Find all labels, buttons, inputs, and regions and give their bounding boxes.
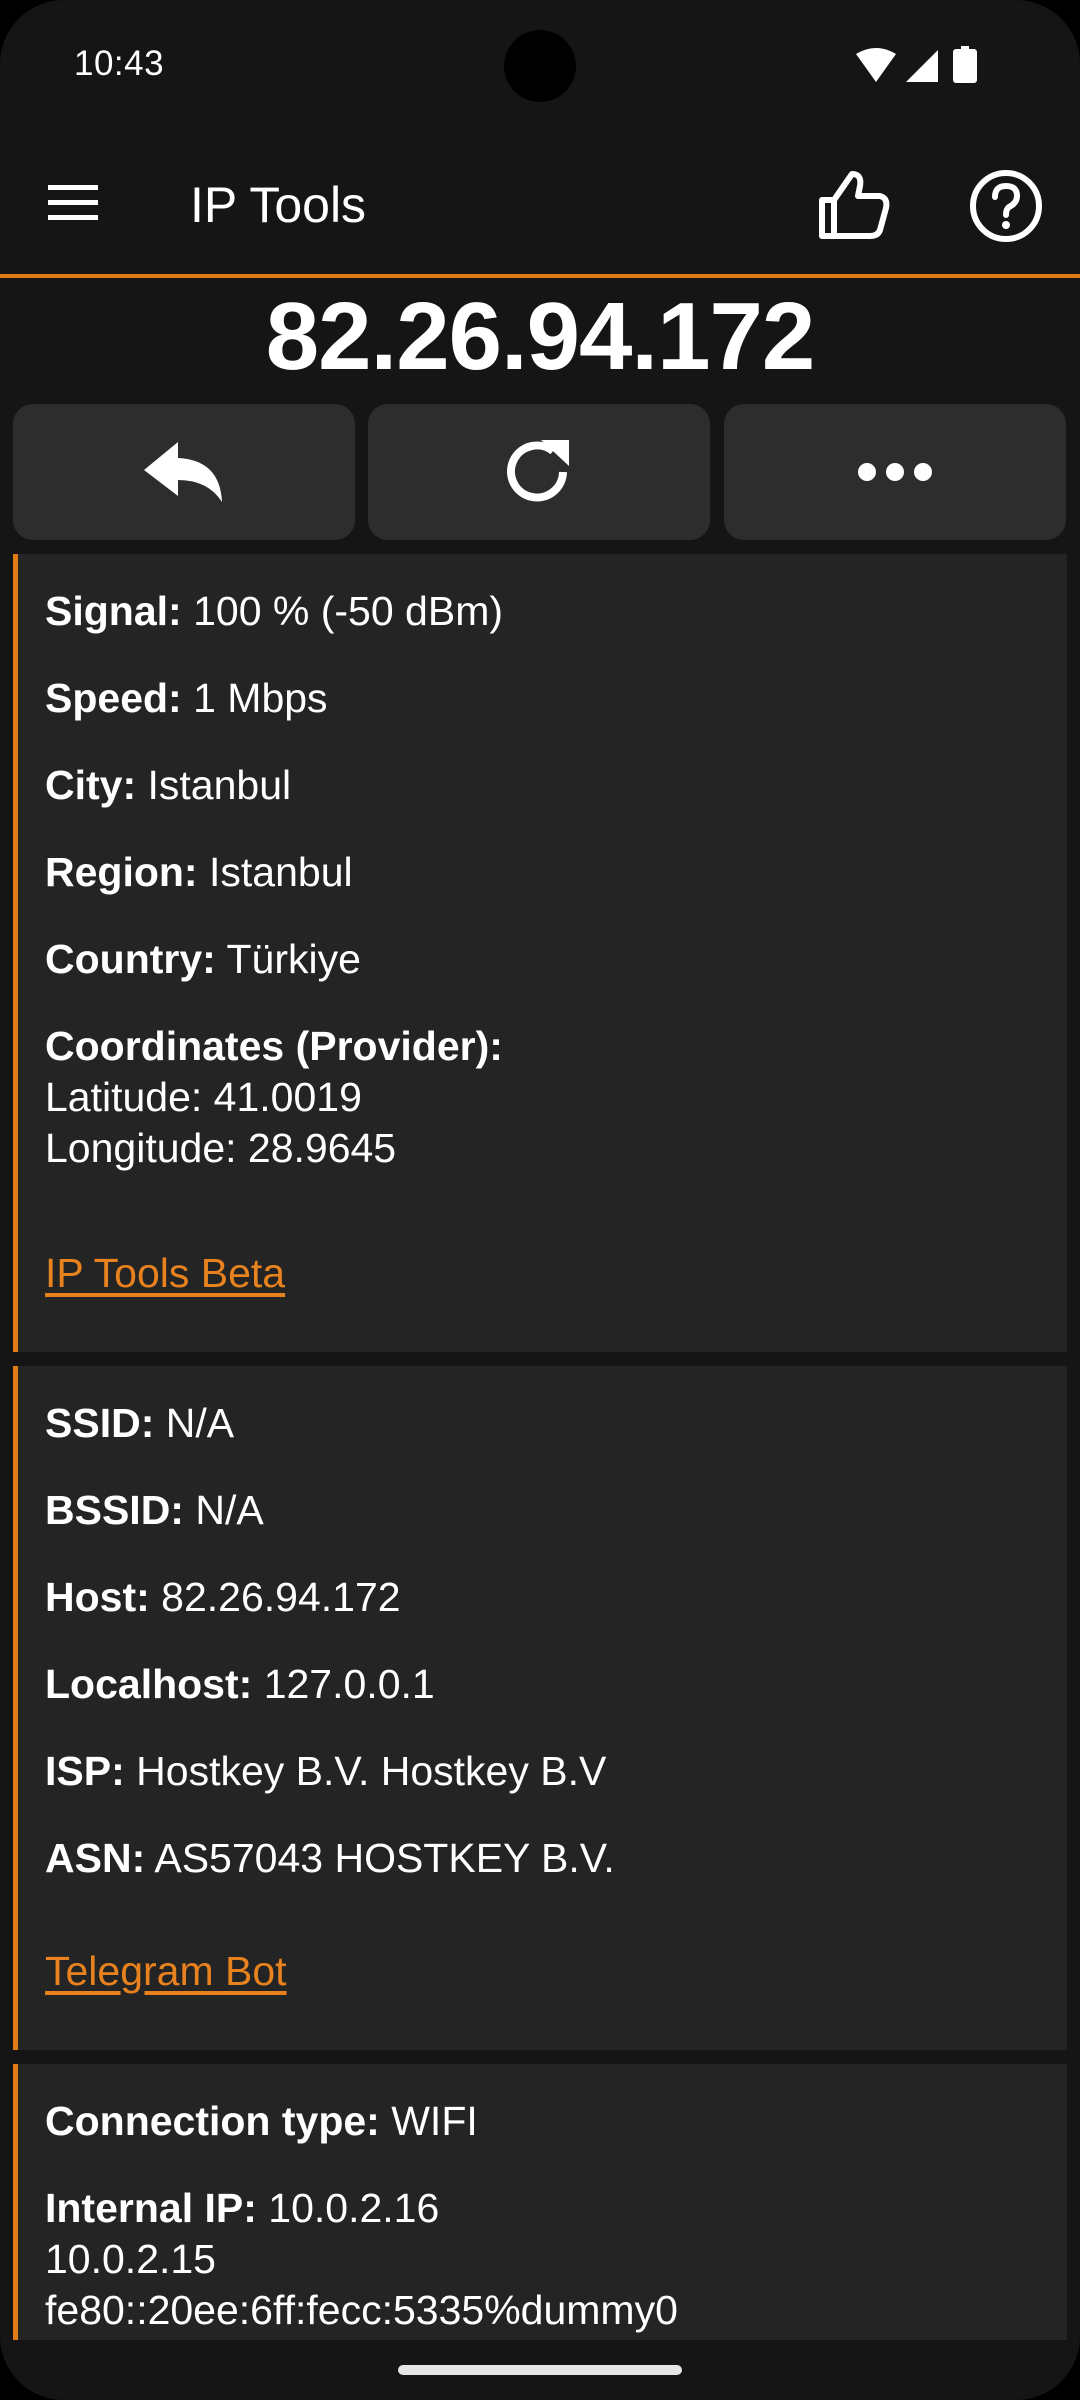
country-value: Türkiye xyxy=(226,936,361,982)
internal-ipv6: fe80::20ee:6ff:fecc:5335%dummy0 xyxy=(45,2287,678,2333)
more-button[interactable] xyxy=(724,404,1066,540)
isp-label: ISP: xyxy=(45,1748,125,1794)
signal-value: 100 % (-50 dBm) xyxy=(193,588,503,634)
region-label: Region: xyxy=(45,849,198,895)
country-label: Country: xyxy=(45,936,216,982)
menu-icon xyxy=(48,185,98,220)
region-value: Istanbul xyxy=(209,849,353,895)
connection-type-row: Connection type: WIFI xyxy=(45,2096,478,2146)
asn-value: AS57043 HOSTKEY B.V. xyxy=(154,1835,615,1881)
app-bar-divider xyxy=(0,274,1080,278)
bssid-label: BSSID: xyxy=(45,1487,184,1533)
host-label: Host: xyxy=(45,1574,150,1620)
thumbs-up-icon xyxy=(819,171,890,239)
localhost-value: 127.0.0.1 xyxy=(263,1661,435,1707)
device-frame: 10:43 IP Tools 82.26.94.172 Signal: 100 … xyxy=(0,0,1080,2400)
speed-row: Speed: 1 Mbps xyxy=(45,673,328,723)
wifi-icon xyxy=(856,48,896,82)
localhost-row: Localhost: 127.0.0.1 xyxy=(45,1659,435,1709)
signal-label: Signal: xyxy=(45,588,182,634)
city-row: City: Istanbul xyxy=(45,760,291,810)
ip-address[interactable]: 82.26.94.172 xyxy=(0,282,1080,392)
localhost-label: Localhost: xyxy=(45,1661,253,1707)
ssid-label: SSID: xyxy=(45,1400,155,1446)
internal-ip-extra: 10.0.2.15 xyxy=(45,2236,216,2282)
connection-card: Connection type: WIFI Internal IP: 10.0.… xyxy=(13,2064,1067,2344)
camera-cutout xyxy=(504,30,576,102)
ssid-value: N/A xyxy=(165,1400,235,1446)
menu-button[interactable] xyxy=(44,173,104,233)
help-icon xyxy=(970,170,1042,242)
location-card: Signal: 100 % (-50 dBm) Speed: 1 Mbps Ci… xyxy=(13,554,1067,1352)
coordinates-label: Coordinates (Provider): xyxy=(45,1023,503,1069)
longitude-value: Longitude: 28.9645 xyxy=(45,1125,397,1171)
ip-tools-beta-link[interactable]: IP Tools Beta xyxy=(45,1248,285,1298)
network-card: SSID: N/A BSSID: N/A Host: 82.26.94.172 … xyxy=(13,1366,1067,2050)
signal-icon xyxy=(906,50,938,82)
speed-label: Speed: xyxy=(45,675,182,721)
internal-ip-row: Internal IP: 10.0.2.16 xyxy=(45,2183,439,2233)
app-bar: IP Tools xyxy=(0,130,1080,276)
screen: 10:43 IP Tools 82.26.94.172 Signal: 100 … xyxy=(0,0,1080,2400)
internal-ip-label: Internal IP: xyxy=(45,2185,257,2231)
isp-value: Hostkey B.V. Hostkey B.V xyxy=(136,1748,607,1794)
connection-type-label: Connection type: xyxy=(45,2098,380,2144)
speed-value: 1 Mbps xyxy=(193,675,328,721)
host-value: 82.26.94.172 xyxy=(161,1574,401,1620)
country-row: Country: Türkiye xyxy=(45,934,361,984)
signal-row: Signal: 100 % (-50 dBm) xyxy=(45,586,503,636)
city-label: City: xyxy=(45,762,137,808)
help-button[interactable] xyxy=(966,166,1046,246)
battery-icon xyxy=(953,46,977,83)
home-gesture-handle[interactable] xyxy=(398,2365,682,2375)
rate-button[interactable] xyxy=(814,166,894,246)
connection-type-value: WIFI xyxy=(391,2098,478,2144)
navigation-bar xyxy=(0,2340,1080,2400)
refresh-button[interactable] xyxy=(368,404,710,540)
telegram-bot-link[interactable]: Telegram Bot xyxy=(45,1946,287,1996)
asn-row: ASN: AS57043 HOSTKEY B.V. xyxy=(45,1833,615,1883)
share-button[interactable] xyxy=(13,404,355,540)
bssid-value: N/A xyxy=(195,1487,264,1533)
latitude-value: Latitude: 41.0019 xyxy=(45,1074,362,1120)
city-value: Istanbul xyxy=(147,762,292,808)
status-bar: 10:43 xyxy=(0,0,1080,130)
internal-ip-value: 10.0.2.16 xyxy=(268,2185,440,2231)
ssid-row: SSID: N/A xyxy=(45,1398,234,1448)
more-icon xyxy=(858,463,932,481)
status-time: 10:43 xyxy=(74,44,165,83)
refresh-icon xyxy=(507,440,569,502)
share-icon xyxy=(144,442,222,502)
app-title: IP Tools xyxy=(190,177,367,233)
status-icons xyxy=(856,46,1006,86)
host-row: Host: 82.26.94.172 xyxy=(45,1572,401,1622)
region-row: Region: Istanbul xyxy=(45,847,353,897)
coordinates-row: Coordinates (Provider): xyxy=(45,1021,503,1071)
isp-row: ISP: Hostkey B.V. Hostkey B.V xyxy=(45,1746,606,1796)
bssid-row: BSSID: N/A xyxy=(45,1485,264,1535)
asn-label: ASN: xyxy=(45,1835,146,1881)
